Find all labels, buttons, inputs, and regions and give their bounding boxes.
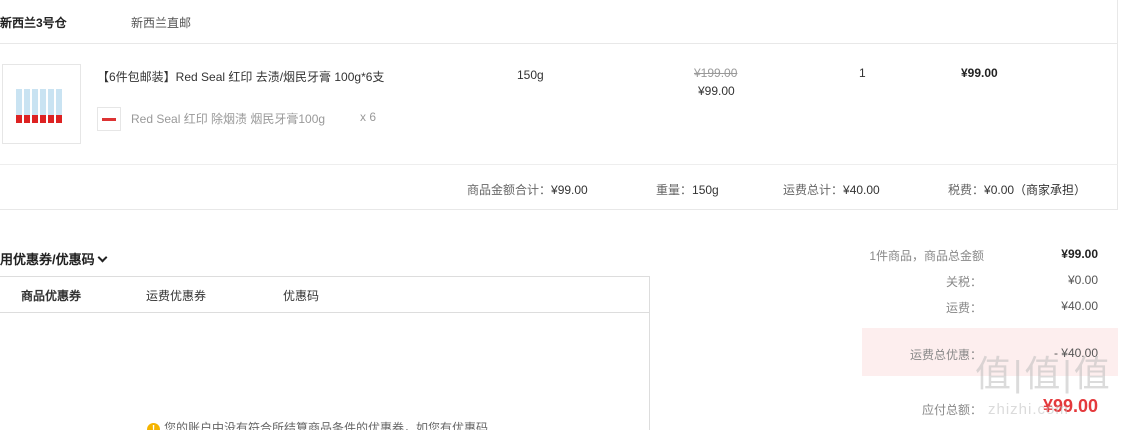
tab-product-coupon[interactable]: 商品优惠券 — [21, 287, 81, 304]
toothpaste-image — [16, 89, 62, 123]
tax-value: ¥0.00（商家承担） — [984, 183, 1087, 197]
tab-shipping-coupon[interactable]: 运费优惠券 — [146, 287, 206, 304]
product-title[interactable]: 【6件包邮装】Red Seal 红印 去渍/烟民牙膏 100g*6支 — [97, 66, 387, 88]
shipping-total-label: 运费总计： — [783, 183, 844, 197]
product-row — [0, 44, 1118, 165]
product-thumbnail[interactable] — [2, 64, 81, 144]
coupon-notice-text: 您的账户中没有符合所结算商品条件的优惠券，如您有优惠码 — [164, 421, 489, 430]
shipping-value: ¥40.00 — [1061, 299, 1098, 313]
coupon-toggle-label: 使用优惠券/优惠码 — [0, 252, 95, 267]
watermark-text: zhizhi.com — [988, 401, 1069, 418]
weight-value: 150g — [692, 183, 719, 197]
items-total-label: 1件商品，商品总金额 — [869, 249, 984, 263]
warning-icon: ! — [147, 423, 160, 430]
tax-total: 税费：¥0.00（商家承担） — [948, 181, 1086, 198]
watermark-logo: 值|值|值 — [975, 353, 1112, 394]
tariff-value: ¥0.00 — [1067, 273, 1098, 287]
goods-total: 商品金额合计：¥99.00 — [467, 181, 588, 198]
goods-total-label: 商品金额合计： — [467, 183, 552, 197]
shipping-total-value: ¥40.00 — [843, 183, 880, 197]
shipping-type: 新西兰直邮 — [131, 16, 192, 30]
tab-promo-code[interactable]: 优惠码 — [283, 287, 319, 304]
product-subtotal: ¥99.00 — [961, 66, 998, 80]
goods-total-value: ¥99.00 — [551, 183, 588, 197]
shipping-discount-label: 运费总优惠： — [909, 348, 982, 362]
tariff-label: 关税： — [945, 275, 982, 289]
items-total-value: ¥99.00 — [1061, 247, 1098, 261]
sub-item-thumbnail — [97, 107, 121, 131]
shipping-total: 运费总计：¥40.00 — [783, 181, 880, 198]
tax-label: 税费： — [948, 183, 985, 197]
total-weight: 重量：150g — [656, 181, 719, 198]
shipping-label: 运费： — [945, 301, 982, 315]
warehouse-name: 新西兰3号仓 — [0, 16, 67, 30]
original-price: ¥199.00 — [694, 66, 738, 80]
payable-label: 应付总额： — [921, 403, 982, 417]
current-price: ¥99.00 — [698, 84, 735, 98]
product-weight: 150g — [517, 68, 544, 82]
coupon-toggle[interactable]: 使用优惠券/优惠码 — [0, 249, 108, 268]
sub-item-name: Red Seal 红印 除烟渍 烟民牙膏100g — [131, 112, 326, 126]
weight-label: 重量： — [656, 183, 693, 197]
coupon-notice: ! 您的账户中没有符合所结算商品条件的优惠券，如您有优惠码 — [147, 419, 488, 430]
chevron-down-icon — [97, 252, 108, 263]
sub-item-quantity: x 6 — [360, 110, 377, 124]
coupon-tabs — [0, 276, 650, 313]
product-quantity: 1 — [859, 66, 866, 80]
